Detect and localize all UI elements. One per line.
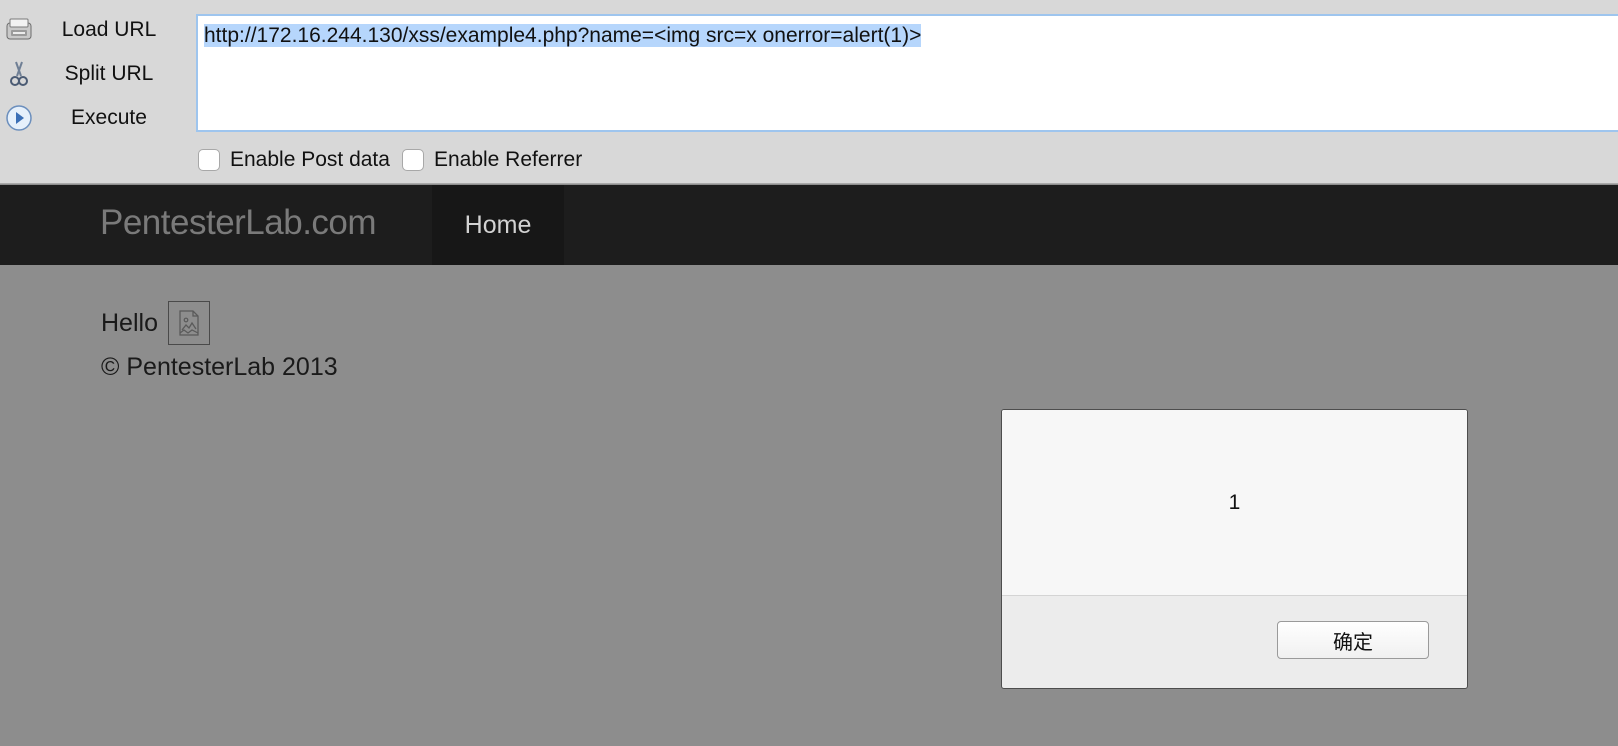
enable-referrer-checkbox[interactable]: Enable Referrer <box>401 148 583 172</box>
load-url-label: Load URL <box>61 18 157 41</box>
hackbar-toolbar: Load URL Split URL Execute http://172.16… <box>0 0 1618 184</box>
enable-referrer-label: Enable Referrer <box>433 148 583 171</box>
execute-label: Execute <box>71 106 147 129</box>
brand-logo-link[interactable]: PentesterLab.com <box>100 203 377 243</box>
nav-home-link[interactable]: Home <box>432 185 564 265</box>
enable-post-data-box[interactable] <box>198 149 220 171</box>
split-url-button[interactable]: Split URL <box>0 54 190 94</box>
execute-button[interactable]: Execute <box>0 98 190 138</box>
broken-image-icon <box>167 301 210 345</box>
url-text: http://172.16.244.130/xss/example4.php?n… <box>204 24 922 47</box>
split-url-icon <box>2 57 36 91</box>
alert-dialog: 1 确定 <box>1001 409 1468 689</box>
split-url-label: Split URL <box>64 62 154 85</box>
hello-line: Hello <box>101 301 210 345</box>
alert-ok-button[interactable]: 确定 <box>1277 621 1429 659</box>
enable-post-data-checkbox[interactable]: Enable Post data <box>198 148 390 172</box>
copyright-footer: © PentesterLab 2013 <box>101 353 338 381</box>
alert-message-area: 1 <box>1002 410 1467 596</box>
alert-message: 1 <box>1228 490 1241 514</box>
hello-text: Hello <box>101 308 158 337</box>
load-url-button[interactable]: Load URL <box>0 10 190 50</box>
load-url-icon <box>2 13 36 47</box>
execute-icon <box>2 101 36 135</box>
enable-post-data-label: Enable Post data <box>230 148 390 171</box>
enable-referrer-box[interactable] <box>401 149 424 171</box>
url-textarea[interactable]: http://172.16.244.130/xss/example4.php?n… <box>196 14 1618 132</box>
hackbar-options: Enable Post data Enable Referrer <box>198 148 594 172</box>
site-navbar: PentesterLab.com Home <box>0 185 1618 265</box>
